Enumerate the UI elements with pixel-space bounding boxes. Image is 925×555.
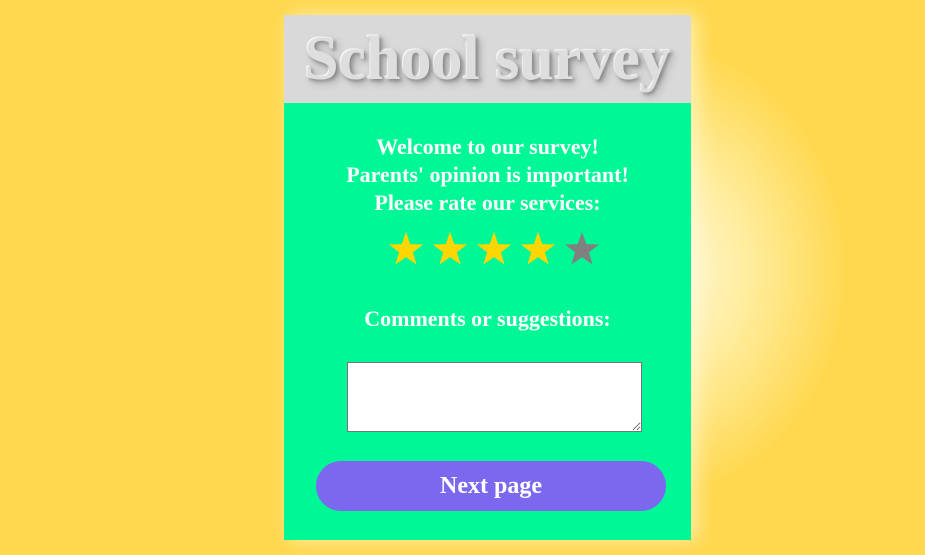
survey-card: School survey Welcome to our survey! Par…: [284, 15, 691, 540]
comments-field[interactable]: [347, 362, 642, 432]
intro-text: Welcome to our survey! Parents' opinion …: [284, 133, 691, 217]
star-rating: [384, 229, 604, 269]
star-icon[interactable]: [428, 229, 472, 269]
intro-welcome: Welcome to our survey!: [376, 134, 599, 159]
intro-rate-prompt: Please rate our services:: [374, 190, 601, 215]
star-icon[interactable]: [384, 229, 428, 269]
survey-header: School survey: [284, 15, 691, 103]
intro-opinion: Parents' opinion is important!: [346, 162, 629, 187]
page-title: School survey: [304, 25, 671, 93]
comments-label: Comments or suggestions:: [364, 306, 611, 331]
star-icon[interactable]: [516, 229, 560, 269]
next-page-button[interactable]: Next page: [316, 461, 666, 511]
star-icon[interactable]: [560, 229, 604, 269]
star-icon[interactable]: [472, 229, 516, 269]
